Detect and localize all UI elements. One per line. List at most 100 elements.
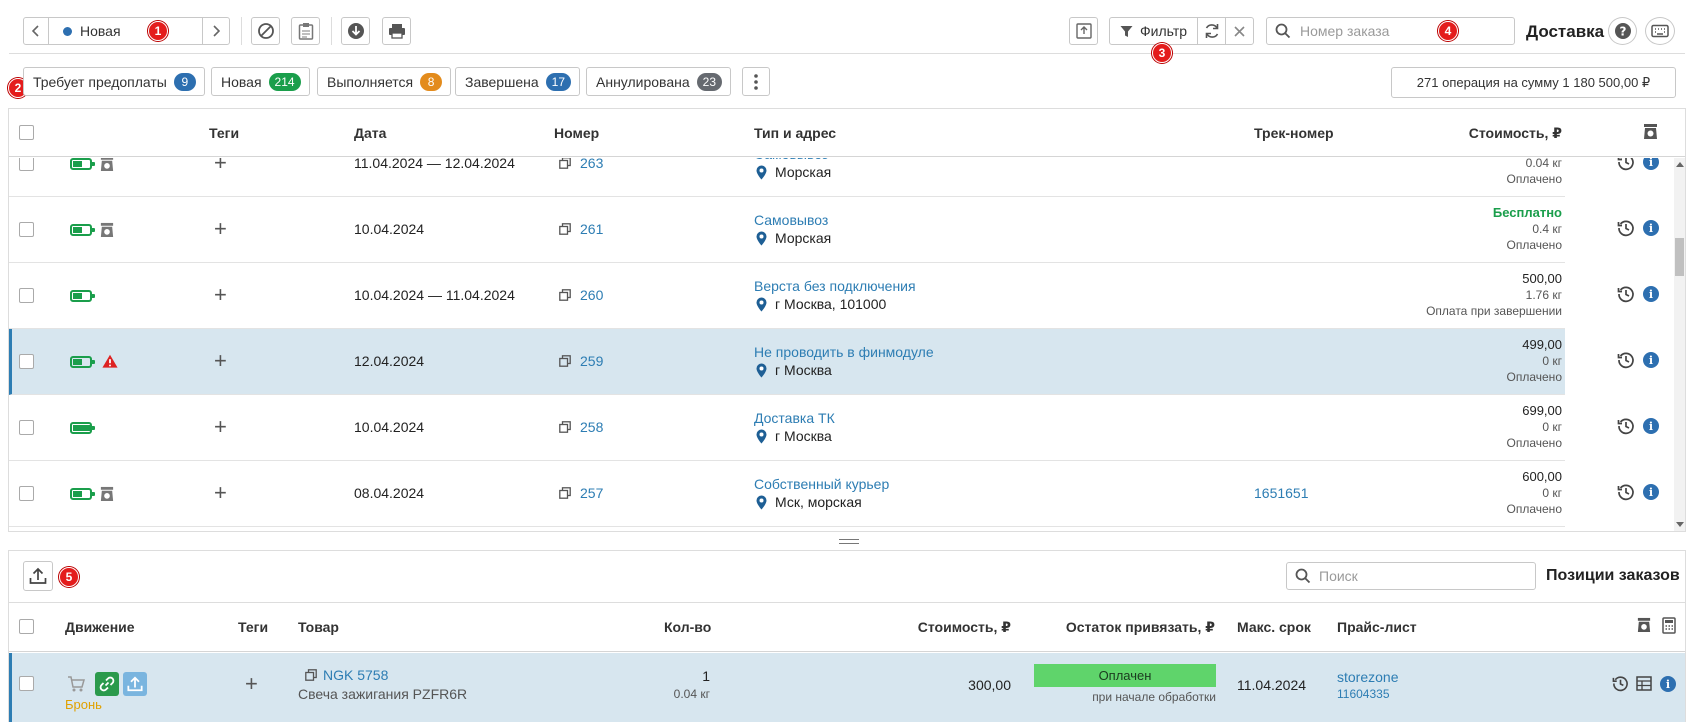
toolbar-divider: [331, 17, 332, 45]
delivery-type-link[interactable]: Не проводить в финмодуле: [754, 344, 934, 360]
splitter-grip[interactable]: [839, 539, 859, 544]
more-statuses-button[interactable]: [742, 67, 770, 96]
status-chip-prepayment[interactable]: Требует предоплаты 9: [23, 67, 205, 96]
row-checkbox[interactable]: [19, 354, 34, 369]
delivery-address: Морская: [775, 230, 832, 246]
ship-button[interactable]: [123, 672, 147, 696]
info-icon[interactable]: i: [1643, 158, 1659, 170]
order-number-link[interactable]: 259: [580, 353, 603, 369]
order-number-link[interactable]: 257: [580, 485, 603, 501]
calculator-icon: [1662, 617, 1676, 634]
print-button[interactable]: [382, 17, 411, 45]
delivery-type-link[interactable]: Доставка ТК: [754, 410, 835, 426]
order-number-link[interactable]: 258: [580, 419, 603, 435]
cancel-order-button[interactable]: [251, 17, 280, 45]
track-number-link[interactable]: 1651651: [1254, 485, 1309, 501]
order-number-link[interactable]: 261: [580, 221, 603, 237]
prev-state-button[interactable]: [23, 17, 49, 45]
add-tag-button[interactable]: +: [214, 158, 227, 174]
scroll-thumb[interactable]: [1675, 238, 1684, 276]
copy-icon[interactable]: [559, 158, 571, 169]
positions-search-input[interactable]: Поиск: [1286, 562, 1536, 590]
export-button[interactable]: [1069, 17, 1098, 45]
copy-icon[interactable]: [559, 355, 571, 367]
add-tag-button[interactable]: +: [245, 673, 258, 695]
row-checkbox[interactable]: [19, 486, 34, 501]
position-row[interactable]: [9, 653, 1685, 722]
copy-icon[interactable]: [559, 289, 571, 301]
delivery-type-link[interactable]: Собственный курьер: [754, 476, 889, 492]
select-all-checkbox[interactable]: [19, 125, 34, 140]
history-icon[interactable]: [1617, 351, 1635, 369]
delivery-type-link[interactable]: Самовывоз: [754, 212, 828, 228]
row-checkbox[interactable]: [19, 158, 34, 171]
row-checkbox[interactable]: [19, 288, 34, 303]
filter-button[interactable]: Фильтр: [1109, 17, 1198, 45]
table-icon[interactable]: [1636, 676, 1652, 691]
next-state-button[interactable]: [202, 17, 230, 45]
history-icon[interactable]: [1617, 285, 1635, 303]
status-chip-new[interactable]: Новая 214: [211, 67, 310, 96]
scroll-up-arrow[interactable]: [1676, 162, 1684, 167]
delivery-type-link[interactable]: Самовывоз: [754, 158, 828, 162]
help-button[interactable]: ?: [1608, 17, 1637, 45]
state-selector[interactable]: Новая: [48, 17, 203, 45]
copy-icon[interactable]: [559, 421, 571, 433]
order-price: Бесплатно: [1492, 205, 1562, 220]
add-tag-button[interactable]: +: [214, 416, 227, 438]
history-icon[interactable]: [1617, 417, 1635, 435]
clear-filter-button[interactable]: [1225, 17, 1254, 45]
status-chip-in-progress[interactable]: Выполняется 8: [317, 67, 452, 96]
order-date: 10.04.2024: [354, 221, 425, 237]
delivery-type-link[interactable]: Верста без подключения: [754, 278, 916, 294]
info-icon[interactable]: i: [1660, 676, 1676, 692]
info-icon[interactable]: i: [1643, 286, 1659, 302]
history-icon[interactable]: [1612, 675, 1629, 692]
upload-icon: [127, 676, 143, 692]
product-sku-link[interactable]: NGK 5758: [323, 667, 388, 683]
battery-icon: [70, 356, 95, 368]
supplier-id-link[interactable]: 11604335: [1337, 687, 1390, 701]
positions-select-all-checkbox[interactable]: [19, 619, 34, 634]
add-tag-button[interactable]: +: [214, 482, 227, 504]
order-number-link[interactable]: 263: [580, 158, 603, 171]
add-tag-button[interactable]: +: [214, 284, 227, 306]
supplier-link[interactable]: storezone: [1337, 669, 1398, 685]
refresh-filter-button[interactable]: [1197, 17, 1226, 45]
summary-text: 271 операция на сумму 1 180 500,00 ₽: [1416, 74, 1651, 90]
orders-scrollbar[interactable]: [1674, 158, 1685, 531]
add-tag-button[interactable]: +: [214, 218, 227, 240]
row-checkbox[interactable]: [19, 222, 34, 237]
panel-splitter[interactable]: [0, 534, 1695, 551]
scroll-down-arrow[interactable]: [1676, 522, 1684, 527]
info-icon[interactable]: i: [1643, 352, 1659, 368]
status-chip-cancelled[interactable]: Аннулирована 23: [586, 67, 731, 96]
copy-icon[interactable]: [305, 669, 317, 681]
history-icon[interactable]: [1617, 219, 1635, 237]
info-icon[interactable]: i: [1643, 484, 1659, 500]
copy-icon[interactable]: [559, 223, 571, 235]
order-search-input[interactable]: Номер заказа: [1266, 17, 1515, 45]
keyboard-button[interactable]: [1645, 17, 1675, 45]
info-icon[interactable]: i: [1643, 418, 1659, 434]
map-pin-icon: [756, 495, 767, 510]
funnel-icon: [1120, 25, 1133, 37]
clipboard-button[interactable]: [291, 17, 320, 45]
upload-positions-button[interactable]: [23, 561, 53, 591]
add-tag-button[interactable]: +: [214, 350, 227, 372]
search-icon: [1295, 568, 1311, 584]
copy-icon[interactable]: [559, 487, 571, 499]
row-checkbox[interactable]: [19, 676, 34, 691]
history-icon[interactable]: [1617, 483, 1635, 501]
row-checkbox[interactable]: [19, 420, 34, 435]
order-weight: 0 кг: [1542, 354, 1562, 368]
link-button[interactable]: [95, 672, 119, 696]
cart-icon[interactable]: [67, 676, 85, 692]
download-button[interactable]: [341, 17, 370, 45]
history-icon[interactable]: [1617, 158, 1635, 171]
chip-label: Требует предоплаты: [33, 73, 167, 90]
info-icon[interactable]: i: [1643, 220, 1659, 236]
map-pin-icon: [756, 363, 767, 378]
status-chip-completed[interactable]: Завершена 17: [455, 67, 580, 96]
order-number-link[interactable]: 260: [580, 287, 603, 303]
